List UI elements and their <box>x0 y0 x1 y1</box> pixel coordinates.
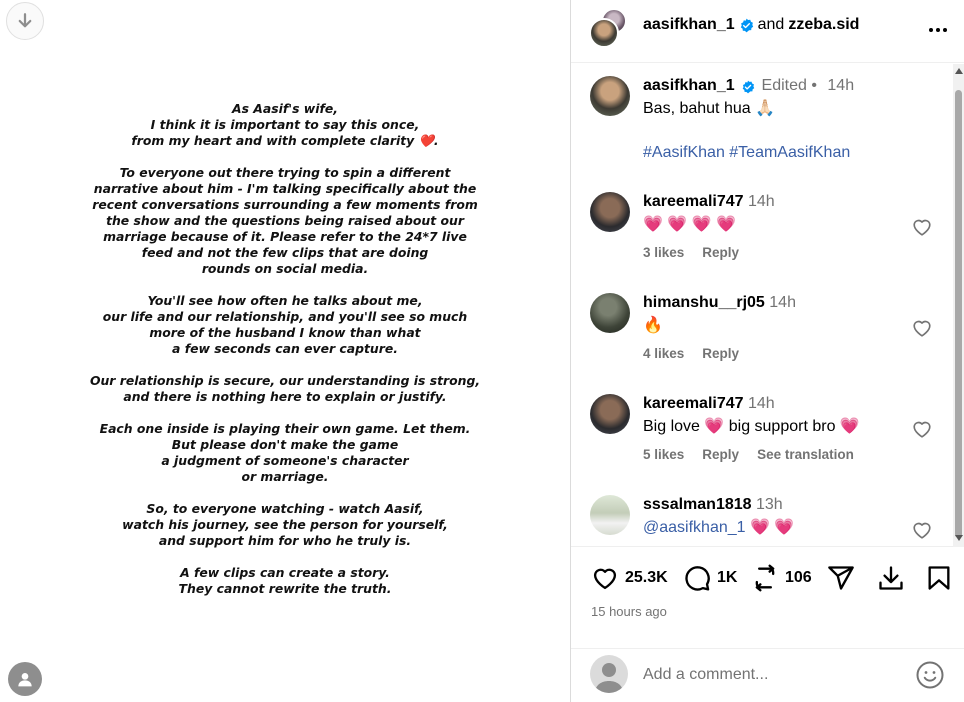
caption-hashtags[interactable]: #AasifKhan #TeamAasifKhan <box>643 142 903 164</box>
bookmark-icon <box>928 566 950 590</box>
posted-time[interactable]: 15 hours ago <box>591 604 667 619</box>
post-header: aasifkhan_1 and zzeba.sid <box>571 0 964 63</box>
heart-outline-icon[interactable] <box>911 216 933 238</box>
statement-paragraph: As Aasif's wife, I think it is important… <box>131 101 439 148</box>
comments-count: 1K <box>717 569 738 586</box>
action-bar: 25.3K 1K 106 <box>571 560 964 600</box>
comment-input[interactable] <box>643 663 903 687</box>
comment-text: 💗 💗 💗 💗 <box>643 216 737 233</box>
comment-reply-button[interactable]: Reply <box>702 346 739 361</box>
like-button[interactable]: 25.3K <box>591 564 668 592</box>
heart-icon <box>593 568 617 590</box>
caption-avatar[interactable] <box>590 76 630 116</box>
comment-username[interactable]: kareemali747 <box>643 193 744 210</box>
heart-outline-icon[interactable] <box>911 317 933 339</box>
comment-username[interactable]: himanshu__rj05 <box>643 294 765 311</box>
save-button[interactable] <box>925 564 953 592</box>
commenter-avatar[interactable] <box>590 495 630 535</box>
author-username[interactable]: aasifkhan_1 <box>643 16 735 34</box>
see-translation-button[interactable]: See translation <box>757 447 854 462</box>
post-sidebar: aasifkhan_1 and zzeba.sid aasifkhan_1 Ed… <box>571 0 964 702</box>
statement-text: As Aasif's wife, I think it is important… <box>62 101 508 597</box>
user-placeholder-icon <box>595 663 623 693</box>
statement-paragraph: Our relationship is secure, our understa… <box>89 373 481 404</box>
heart-outline-icon[interactable] <box>911 519 933 541</box>
send-paper-plane-icon <box>828 566 854 590</box>
comment-button[interactable]: 1K <box>683 564 737 592</box>
current-user-avatar[interactable] <box>590 655 628 693</box>
more-options-button[interactable] <box>926 18 950 42</box>
comment-time[interactable]: 14h <box>748 193 775 210</box>
more-dots-icon <box>929 28 947 32</box>
comment-likes[interactable]: 4 likes <box>643 346 684 361</box>
comments-scrollbar[interactable] <box>953 64 964 547</box>
verified-badge-icon <box>740 18 753 32</box>
commenter-avatar[interactable] <box>590 192 630 232</box>
comment-time[interactable]: 14h <box>769 294 796 311</box>
joiner-text: and <box>757 16 785 33</box>
scroll-down-arrow-icon[interactable] <box>955 535 963 541</box>
separator-dot: • <box>811 77 817 94</box>
download-icon <box>879 566 903 590</box>
statement-paragraph: A few clips can create a story. They can… <box>178 565 392 596</box>
comment-reply-button[interactable]: Reply <box>702 447 739 462</box>
scroll-thumb[interactable] <box>955 90 962 538</box>
add-comment-bar <box>571 648 964 702</box>
share-button[interactable] <box>827 564 855 592</box>
comment-likes[interactable]: 5 likes <box>643 447 684 462</box>
heart-outline-icon[interactable] <box>911 418 933 440</box>
comments-list[interactable]: aasifkhan_1 Edited • 14h Bas, bahut hua … <box>571 64 964 547</box>
comment-username[interactable]: sssalman1818 <box>643 496 752 513</box>
emoji-smiley-icon[interactable] <box>915 660 945 690</box>
download-post-button[interactable] <box>877 564 905 592</box>
post-media: As Aasif's wife, I think it is important… <box>0 0 571 702</box>
edited-label: Edited <box>761 77 807 94</box>
comment-time[interactable]: 14h <box>748 395 775 412</box>
user-icon <box>18 673 32 687</box>
comment-likes[interactable]: 3 likes <box>643 245 684 260</box>
commenter-avatar[interactable] <box>590 394 630 434</box>
likes-count[interactable]: 25.3K <box>625 569 668 587</box>
comment-text: 🔥 <box>643 317 663 334</box>
arrow-down-icon <box>18 13 32 28</box>
commenter-avatar[interactable] <box>590 293 630 333</box>
comment-username[interactable]: kareemali747 <box>643 395 744 412</box>
reposts-count: 106 <box>785 569 812 586</box>
verified-badge-icon <box>742 80 755 94</box>
statement-paragraph: So, to everyone watching - watch Aasif, … <box>122 501 448 548</box>
comment-text: Big love 💗 big support bro 💗 <box>643 418 860 435</box>
author-names: aasifkhan_1 and zzeba.sid <box>643 16 859 34</box>
tagged-users-button[interactable] <box>8 662 42 696</box>
statement-paragraph: To everyone out there trying to spin a d… <box>92 165 478 276</box>
statement-paragraph: You'll see how often he talks about me, … <box>102 293 468 356</box>
author-avatars[interactable] <box>589 8 633 48</box>
download-button[interactable] <box>6 2 44 40</box>
statement-paragraph: Each one inside is playing their own gam… <box>99 421 471 484</box>
caption-username[interactable]: aasifkhan_1 <box>643 77 735 94</box>
comment-reply-button[interactable]: Reply <box>702 245 739 260</box>
caption-text: Bas, bahut hua 🙏🏻 <box>643 100 776 117</box>
comment-time[interactable]: 13h <box>756 496 783 513</box>
comment-mention[interactable]: @aasifkhan_1 <box>643 519 746 536</box>
author-avatar <box>589 18 619 48</box>
comment-text: 💗 💗 <box>745 519 795 536</box>
repost-button[interactable]: 106 <box>751 564 812 592</box>
scroll-up-arrow-icon[interactable] <box>955 68 963 74</box>
collaborator-username[interactable]: zzeba.sid <box>788 16 859 34</box>
caption-time[interactable]: 14h <box>827 77 854 94</box>
repost-icon <box>755 564 775 592</box>
comment-bubble-icon <box>685 566 710 591</box>
